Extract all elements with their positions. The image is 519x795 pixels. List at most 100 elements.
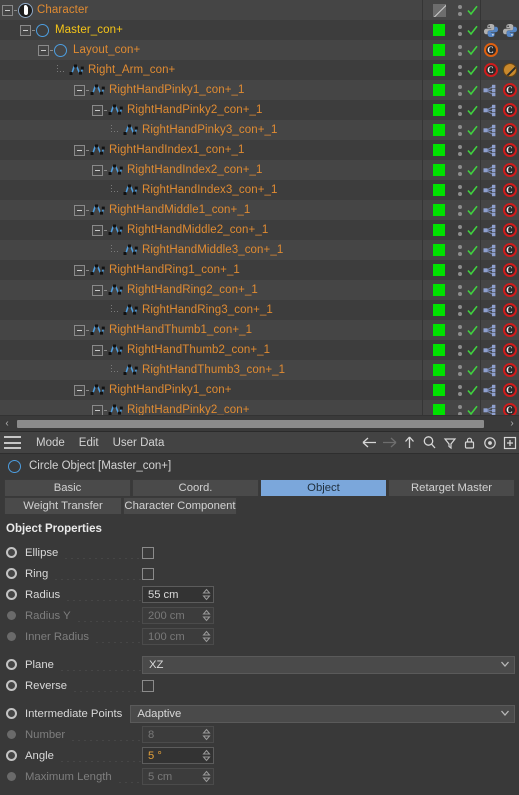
tab-retarget-master[interactable]: Retarget Master — [388, 479, 515, 496]
animation-track-dot[interactable] — [7, 772, 16, 781]
constraint-tag-icon[interactable]: C — [500, 140, 519, 160]
object-row-label[interactable]: RightHandIndex1_con+_1 — [109, 144, 245, 156]
visibility-toggle[interactable] — [422, 380, 455, 400]
editor-visibility-dot[interactable] — [458, 204, 462, 209]
enable-checkmark[interactable] — [465, 160, 481, 180]
object-row-label[interactable]: RightHandPinky1_con+_1 — [109, 84, 245, 96]
constraint-tag-icon[interactable]: C — [500, 240, 519, 260]
collapse-toggle-icon[interactable] — [74, 384, 85, 396]
visibility-dots[interactable] — [455, 300, 465, 320]
object-tree-row[interactable]: RightHandPinky2_con+_1 C — [0, 100, 519, 120]
intermediate-points-dropdown[interactable]: Adaptive — [130, 704, 515, 723]
object-tree-row[interactable]: RightHandIndex2_con+_1 C — [0, 160, 519, 180]
object-row-left[interactable]: RightHandRing3_con+_1 — [0, 300, 422, 320]
editor-visibility-dot[interactable] — [458, 84, 462, 89]
target-icon[interactable] — [480, 433, 499, 452]
enable-checkmark[interactable] — [465, 80, 481, 100]
collapse-toggle-icon[interactable] — [92, 224, 103, 236]
constraint-tag-icon[interactable]: C — [500, 80, 519, 100]
render-visibility-dot[interactable] — [458, 391, 462, 396]
visibility-swatch[interactable] — [433, 84, 445, 96]
collapse-toggle-icon[interactable] — [92, 404, 103, 416]
enable-checkmark[interactable] — [465, 340, 481, 360]
chevron-down-icon[interactable] — [500, 659, 510, 671]
object-row-left[interactable]: Layout_con+ — [0, 40, 422, 60]
visibility-swatch[interactable] — [433, 44, 445, 56]
enable-checkmark[interactable] — [465, 20, 481, 40]
visibility-toggle[interactable] — [422, 160, 455, 180]
visibility-dots[interactable] — [455, 240, 465, 260]
render-visibility-dot[interactable] — [458, 31, 462, 36]
object-tree-row[interactable]: RightHandThumb2_con+_1 C — [0, 340, 519, 360]
enable-checkmark[interactable] — [465, 40, 481, 60]
object-row-left[interactable]: RightHandPinky2_con+_1 — [0, 100, 422, 120]
object-row-left[interactable]: RightHandPinky1_con+ — [0, 380, 422, 400]
stepper-icon[interactable] — [202, 609, 211, 622]
visibility-swatch[interactable] — [433, 304, 445, 316]
editor-visibility-dot[interactable] — [458, 44, 462, 49]
collapse-toggle-icon[interactable] — [74, 144, 85, 156]
editor-visibility-dot[interactable] — [458, 144, 462, 149]
visibility-dots[interactable] — [455, 180, 465, 200]
editor-visibility-dot[interactable] — [458, 64, 462, 69]
object-row-left[interactable]: RightHandRing1_con+_1 — [0, 260, 422, 280]
object-row-left[interactable]: RightHandThumb1_con+_1 — [0, 320, 422, 340]
object-row-label[interactable]: RightHandRing3_con+_1 — [142, 304, 273, 316]
render-visibility-dot[interactable] — [458, 311, 462, 316]
constraint-tag-icon[interactable]: C — [500, 300, 519, 320]
constraint-link-tag-icon[interactable] — [481, 340, 500, 360]
animation-track-dot[interactable] — [6, 750, 17, 761]
object-row-left[interactable]: RightHandPinky3_con+_1 — [0, 120, 422, 140]
object-row-label[interactable]: RightHandThumb1_con+_1 — [109, 324, 252, 336]
tab-weight-transfer[interactable]: Weight Transfer — [4, 497, 122, 514]
visibility-dots[interactable] — [455, 320, 465, 340]
constraint-tag-icon[interactable]: C — [500, 280, 519, 300]
scrollbar-track[interactable] — [14, 418, 505, 429]
editor-visibility-dot[interactable] — [458, 384, 462, 389]
collapse-toggle-icon[interactable] — [74, 264, 85, 276]
python-tag-icon[interactable] — [500, 20, 519, 40]
constraint-tag-icon[interactable]: C — [500, 100, 519, 120]
animation-track-dot[interactable] — [6, 708, 17, 719]
constraint-tag-icon[interactable]: C — [481, 40, 500, 60]
plane-dropdown[interactable]: XZ — [142, 655, 515, 674]
object-row-left[interactable]: RightHandThumb2_con+_1 — [0, 340, 422, 360]
render-visibility-dot[interactable] — [458, 51, 462, 56]
constraint-link-tag-icon[interactable] — [481, 220, 500, 240]
animation-track-dot[interactable] — [6, 659, 17, 670]
constraint-tag-icon[interactable]: C — [500, 260, 519, 280]
enable-checkmark[interactable] — [465, 220, 481, 240]
visibility-toggle[interactable] — [422, 20, 455, 40]
visibility-toggle[interactable] — [422, 260, 455, 280]
ring-checkbox[interactable] — [142, 567, 154, 580]
stepper-icon[interactable] — [202, 728, 211, 741]
visibility-swatch[interactable] — [433, 64, 445, 76]
visibility-toggle[interactable] — [422, 180, 455, 200]
object-tree-row[interactable]: Layout_con+ C — [0, 40, 519, 60]
constraint-link-tag-icon[interactable] — [481, 140, 500, 160]
enable-checkmark[interactable] — [465, 140, 481, 160]
object-tree[interactable]: Character Master_con+ Layout_con+ C Right_Ar… — [0, 0, 519, 420]
visibility-dots[interactable] — [455, 200, 465, 220]
stepper-icon[interactable] — [202, 749, 211, 762]
visibility-swatch[interactable] — [433, 384, 445, 396]
constraint-link-tag-icon[interactable] — [481, 260, 500, 280]
render-visibility-dot[interactable] — [458, 171, 462, 176]
tab-character-component[interactable]: Character Component — [123, 497, 237, 514]
enable-checkmark[interactable] — [465, 100, 481, 120]
visibility-swatch[interactable] — [433, 264, 445, 276]
menu-mode[interactable]: Mode — [29, 437, 72, 449]
object-tree-row[interactable]: Character — [0, 0, 519, 20]
disabled-expression-tag-icon[interactable] — [500, 60, 519, 80]
object-tree-row[interactable]: RightHandMiddle3_con+_1 C — [0, 240, 519, 260]
collapse-toggle-icon[interactable] — [92, 104, 103, 116]
enable-checkmark[interactable] — [465, 0, 481, 20]
object-row-label[interactable]: Character — [37, 4, 88, 16]
object-row-label[interactable]: RightHandThumb3_con+_1 — [142, 364, 285, 376]
editor-visibility-dot[interactable] — [458, 344, 462, 349]
render-visibility-dot[interactable] — [458, 11, 462, 16]
animation-track-dot[interactable] — [6, 568, 17, 579]
visibility-dots[interactable] — [455, 60, 465, 80]
render-visibility-dot[interactable] — [458, 211, 462, 216]
visibility-swatch[interactable] — [433, 144, 445, 156]
